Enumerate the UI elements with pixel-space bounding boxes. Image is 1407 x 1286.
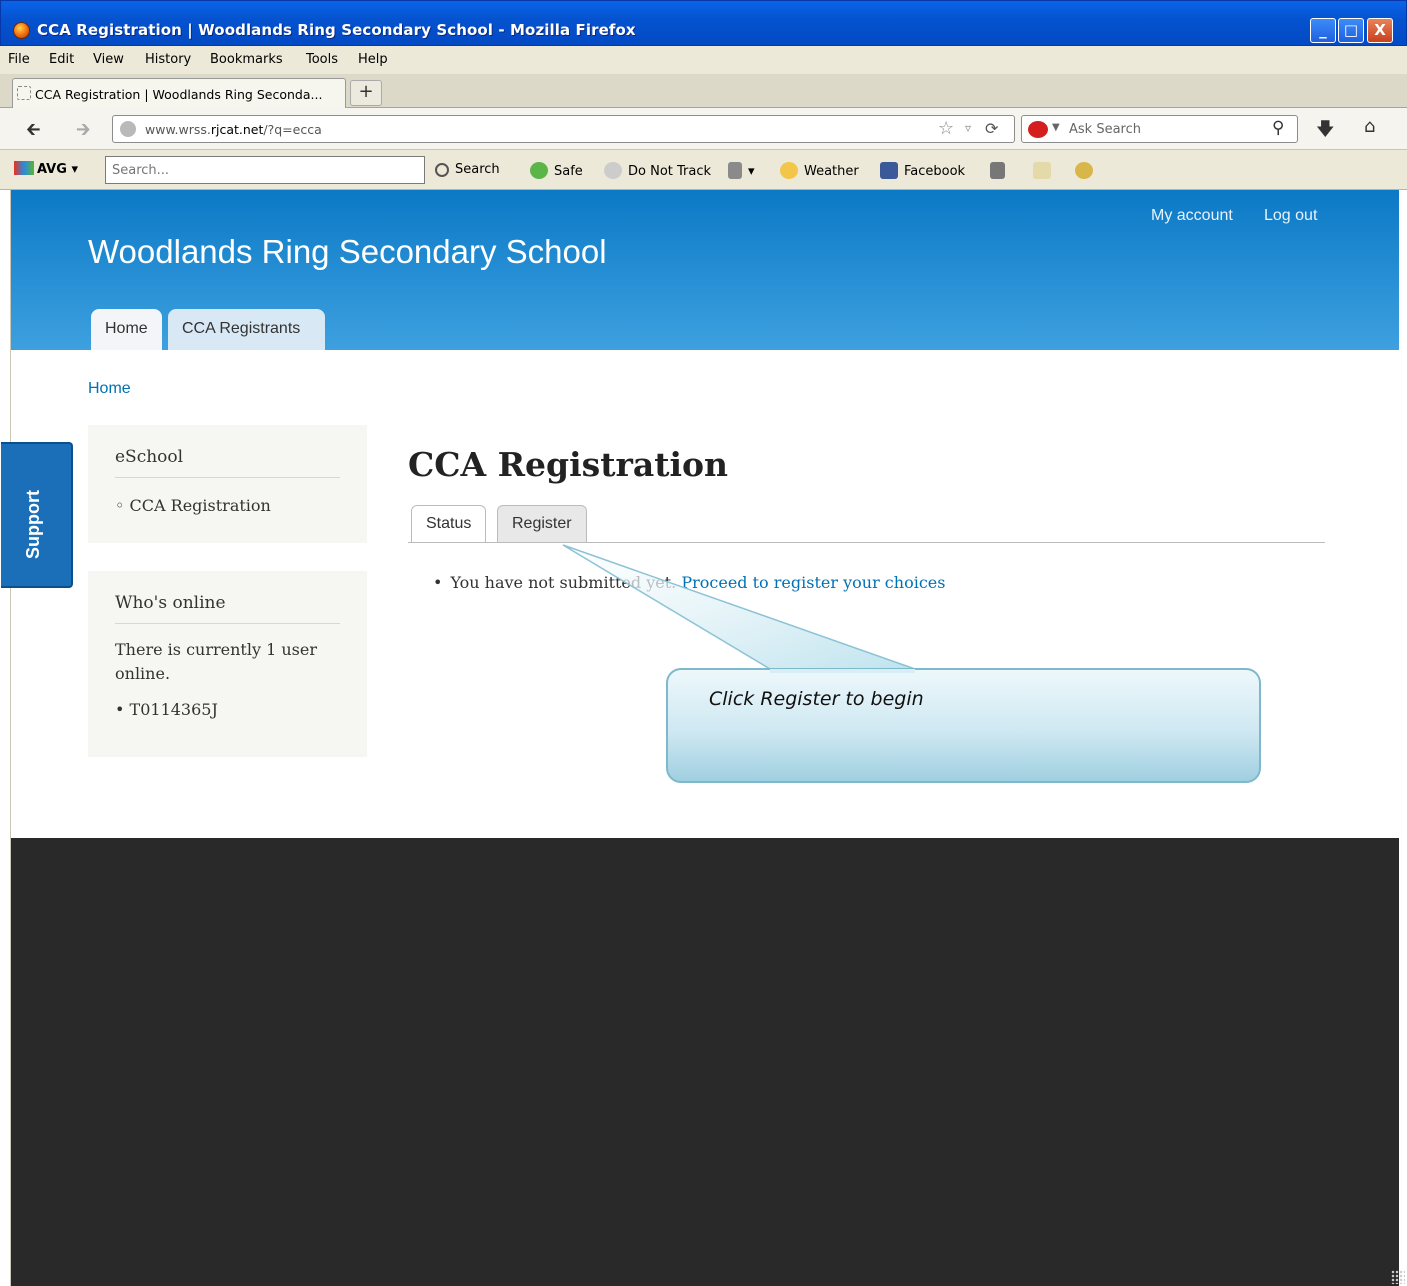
avg-logo-icon [14,161,34,175]
main-menu-cca-registrants[interactable]: CCA Registrants [168,309,325,350]
menu-bookmarks[interactable]: Bookmarks [210,52,283,67]
magnifier-icon[interactable]: ⚲ [1272,118,1284,138]
shield-icon [530,162,548,179]
menu-view[interactable]: View [93,52,124,67]
avg-weather-button[interactable]: Weather [780,162,859,179]
window-title: CCA Registration | Woodlands Ring Second… [37,21,636,39]
avg-logo[interactable]: AVG ▾ [14,161,78,177]
facebook-icon [880,162,898,179]
site-name[interactable]: Woodlands Ring Secondary School [88,233,607,271]
avg-facebook-button[interactable]: Facebook [880,162,965,179]
calculator-button[interactable] [990,162,1011,179]
menu-help[interactable]: Help [358,52,388,67]
ask-logo-icon [1028,121,1048,138]
snapshot-icon [1075,162,1093,179]
menu-edit[interactable]: Edit [49,52,74,67]
online-user-item[interactable]: • T0114365J [115,700,367,719]
eye-icon [604,162,622,179]
avg-search-input[interactable] [106,157,424,183]
calculator-icon [990,162,1005,179]
whos-online-title: Who's online [115,593,340,624]
new-tab-button[interactable]: + [350,80,382,106]
download-icon[interactable]: 🡇 [1316,117,1335,147]
my-account-link[interactable]: My account [1151,207,1233,225]
tab-strip: CCA Registration | Woodlands Ring Second… [0,74,1407,108]
window-titlebar: CCA Registration | Woodlands Ring Second… [0,0,1407,46]
page-title: CCA Registration [408,445,729,484]
tab-register[interactable]: Register [497,505,587,542]
notepad-button[interactable] [1033,162,1057,179]
url-text: www.wrss.rjcat.net/?q=ecca [145,122,322,137]
search-icon [435,163,449,177]
address-bar[interactable]: www.wrss.rjcat.net/?q=ecca ☆ ▿ ⟳ [112,115,1015,143]
eschool-block: eSchool ◦ CCA Registration [88,425,367,543]
minimize-button[interactable]: _ [1310,18,1336,43]
reload-icon[interactable]: ⟳ [985,119,998,138]
proceed-register-link[interactable]: Proceed to register your choices [681,573,945,592]
eschool-item-cca-registration[interactable]: ◦ CCA Registration [115,496,367,515]
bookmark-star-icon[interactable]: ☆ [938,118,954,139]
page-footer [11,838,1399,1286]
callout-text: Click Register to begin [709,688,924,710]
browser-tab-label: CCA Registration | Woodlands Ring Second… [35,87,323,102]
site-header: Woodlands Ring Secondary School My accou… [11,190,1399,350]
avg-search-button[interactable]: Search [435,162,500,177]
status-message-text: You have not submitted yet. [450,573,677,592]
page-favicon-icon [17,86,31,100]
globe-icon [120,121,136,137]
ask-search-placeholder: Ask Search [1069,122,1141,137]
close-button[interactable]: X [1367,18,1393,43]
menu-history[interactable]: History [145,52,191,67]
resize-grip-icon[interactable] [1391,1270,1405,1284]
home-icon[interactable]: ⌂ [1364,116,1375,137]
ask-search-box[interactable]: ▼ Ask Search ⚲ [1021,115,1298,143]
ask-dropdown-icon[interactable]: ▼ [1052,122,1060,133]
status-message: • You have not submitted yet. Proceed to … [433,573,946,592]
avg-toolbar: AVG ▾ Search Safe Do Not Track ▾ Weather… [0,150,1407,190]
avg-trash-button[interactable]: ▾ [728,162,755,179]
maximize-button[interactable]: □ [1338,18,1364,43]
tab-status[interactable]: Status [411,505,487,543]
eschool-block-title: eSchool [115,447,340,478]
log-out-link[interactable]: Log out [1264,207,1317,225]
avg-search-field[interactable] [105,156,425,184]
support-tab[interactable]: Support [1,442,73,588]
breadcrumb[interactable]: Home [88,380,131,398]
forward-icon[interactable]: 🡲 [76,117,91,147]
main-menu-home[interactable]: Home [91,309,162,350]
notepad-icon [1033,162,1051,179]
firefox-logo-icon [13,22,30,39]
menu-tools[interactable]: Tools [306,52,338,67]
tabs-underline [408,542,1325,543]
navigation-toolbar: 🡰 🡲 www.wrss.rjcat.net/?q=ecca ☆ ▿ ⟳ ▼ A… [0,108,1407,150]
back-icon[interactable]: 🡰 [26,117,41,147]
web-page: Woodlands Ring Secondary School My accou… [1,190,1399,1286]
snapshot-button[interactable] [1075,162,1099,179]
support-label: Support [23,490,43,559]
menu-bar: File Edit View History Bookmarks Tools H… [0,46,1407,74]
avg-do-not-track-button[interactable]: Do Not Track [604,162,711,179]
menu-file[interactable]: File [8,52,30,67]
browser-tab[interactable]: CCA Registration | Woodlands Ring Second… [12,78,346,108]
weather-icon [780,162,798,179]
whos-online-block: Who's online There is currently 1 user o… [88,571,367,757]
trash-icon [728,162,742,179]
history-dropdown-icon[interactable]: ▿ [965,121,971,135]
avg-safe-button[interactable]: Safe [530,162,583,179]
whos-online-text: There is currently 1 user online. [115,640,317,683]
